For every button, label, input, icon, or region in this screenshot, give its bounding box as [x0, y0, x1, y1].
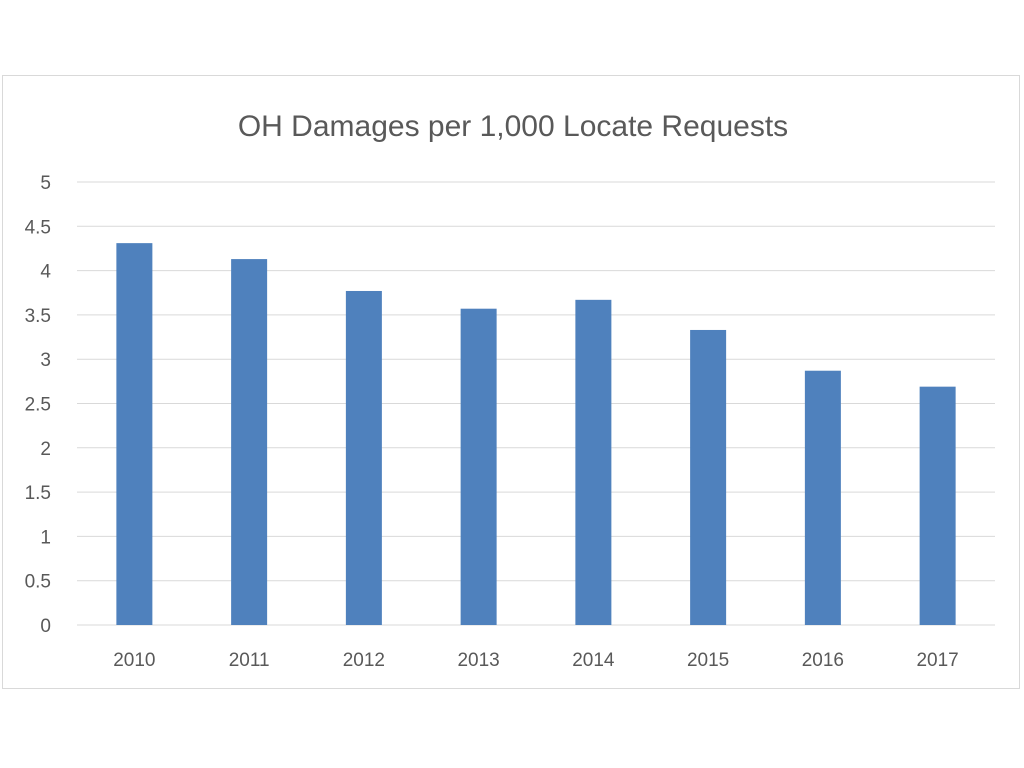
- x-tick-label: 2013: [457, 650, 499, 671]
- bar-chart: OH Damages per 1,000 Locate Requests 0 0.…: [25, 110, 995, 671]
- x-tick-label: 2012: [343, 650, 385, 671]
- x-tick-label: 2010: [113, 650, 155, 671]
- x-tick-label: 2016: [802, 650, 844, 671]
- y-axis-tick-labels: 0 0.5 1 1.5 2 2.5 3 3.5 4 4.5 5: [25, 173, 52, 637]
- bar-2017: [919, 386, 956, 625]
- y-tick-label: 1.5: [25, 483, 51, 504]
- bars: [116, 243, 956, 625]
- bar-2012: [345, 290, 382, 625]
- y-tick-label: 5: [40, 173, 51, 194]
- chart-title: OH Damages per 1,000 Locate Requests: [238, 110, 788, 143]
- y-tick-label: 0: [40, 616, 51, 637]
- x-tick-label: 2015: [687, 650, 729, 671]
- bar-2010: [116, 243, 153, 625]
- x-axis-tick-labels: 2010 2011 2012 2013 2014 2015 2016 2017: [113, 650, 959, 671]
- y-tick-label: 3: [40, 350, 51, 371]
- chart-area: OH Damages per 1,000 Locate Requests 0 0.…: [2, 75, 1020, 689]
- bar-2011: [231, 259, 268, 625]
- x-tick-label: 2014: [572, 650, 615, 671]
- x-tick-label: 2011: [229, 650, 270, 671]
- y-tick-label: 3.5: [25, 306, 51, 327]
- bar-2016: [804, 370, 841, 625]
- y-tick-label: 0.5: [25, 572, 51, 593]
- bar-2014: [575, 299, 612, 625]
- y-tick-label: 2.5: [25, 395, 51, 416]
- y-tick-label: 2: [40, 439, 51, 460]
- y-tick-label: 1: [40, 527, 51, 548]
- y-tick-label: 4: [40, 262, 51, 283]
- y-tick-label: 4.5: [25, 217, 51, 238]
- bar-2013: [460, 308, 497, 625]
- bar-2015: [690, 329, 727, 625]
- gridlines: [77, 181, 995, 626]
- x-tick-label: 2017: [916, 650, 958, 671]
